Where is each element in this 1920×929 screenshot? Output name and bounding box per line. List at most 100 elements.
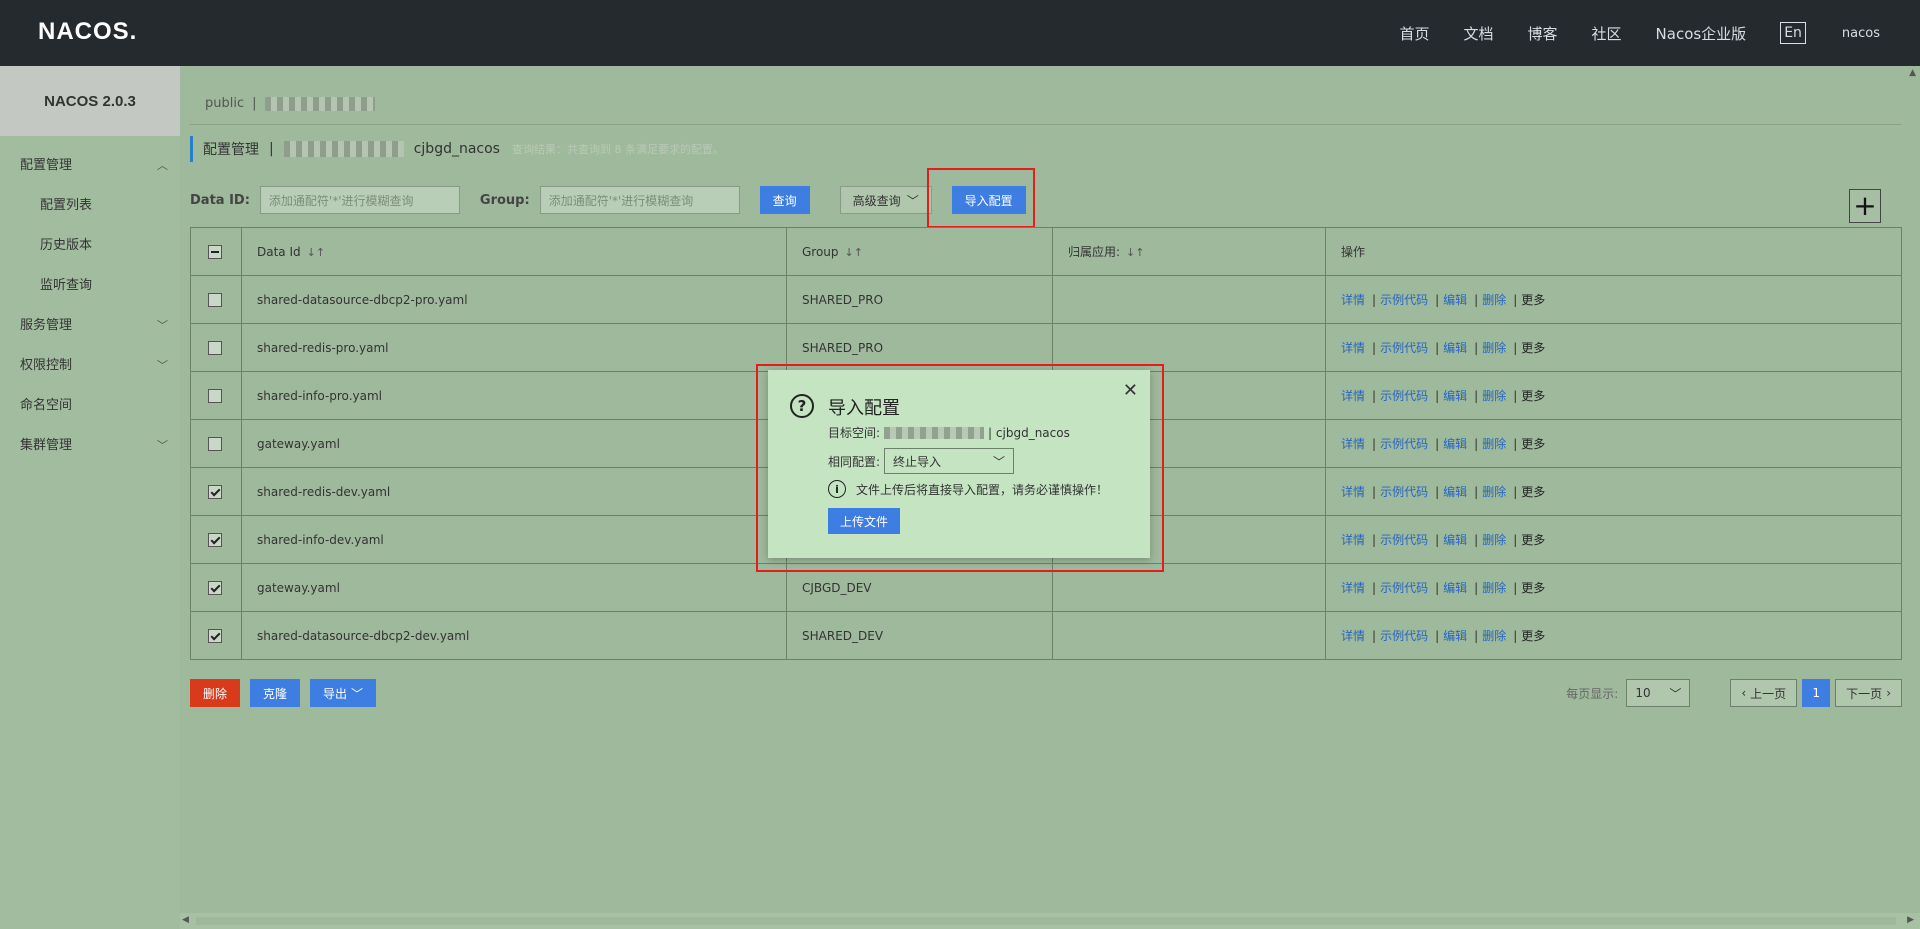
op-4[interactable]: 更多 xyxy=(1521,341,1545,355)
op-1[interactable]: 示例代码 xyxy=(1380,533,1428,547)
nav-community[interactable]: 社区 xyxy=(1592,23,1622,44)
export-button[interactable]: 导出 ﹀ xyxy=(310,679,376,707)
nav-blog[interactable]: 博客 xyxy=(1528,23,1558,44)
column-header-app[interactable]: 归属应用: ↓↑ xyxy=(1052,227,1326,276)
row-checkbox[interactable] xyxy=(208,628,222,643)
op-1[interactable]: 示例代码 xyxy=(1380,581,1428,595)
add-config-button[interactable]: + xyxy=(1849,189,1881,223)
op-2[interactable]: 编辑 xyxy=(1443,485,1467,499)
advanced-query-button[interactable]: 高级查询 ﹀ xyxy=(839,186,932,214)
sidebar-item-access-control[interactable]: 权限控制 ﹀ xyxy=(0,346,180,386)
op-2[interactable]: 编辑 xyxy=(1443,581,1467,595)
row-checkbox[interactable] xyxy=(208,580,222,595)
namespace-public[interactable]: public xyxy=(205,96,244,111)
op-4[interactable]: 更多 xyxy=(1521,533,1545,547)
nacos-logo[interactable]: NACOS. xyxy=(38,18,137,46)
op-0[interactable]: 详情 xyxy=(1341,437,1365,451)
op-1[interactable]: 示例代码 xyxy=(1380,629,1428,643)
namespace-redacted[interactable] xyxy=(264,96,375,111)
op-2[interactable]: 编辑 xyxy=(1443,533,1467,547)
namespace-name: cjbgd_nacos xyxy=(413,141,500,157)
sidebar-item-listener-query[interactable]: 监听查询 xyxy=(0,266,180,306)
op-1[interactable]: 示例代码 xyxy=(1380,293,1428,307)
namespace-bar: public | xyxy=(205,96,375,111)
nav-home[interactable]: 首页 xyxy=(1399,23,1429,44)
op-separator: | xyxy=(1513,389,1518,403)
op-0[interactable]: 详情 xyxy=(1341,341,1365,355)
op-3[interactable]: 删除 xyxy=(1482,581,1506,595)
plus-icon: + xyxy=(1853,189,1877,222)
row-checkbox[interactable] xyxy=(208,484,222,499)
op-4[interactable]: 更多 xyxy=(1521,389,1545,403)
op-2[interactable]: 编辑 xyxy=(1443,389,1467,403)
op-3[interactable]: 删除 xyxy=(1482,485,1506,499)
row-checkbox[interactable] xyxy=(208,388,222,403)
sidebar-item-namespace[interactable]: 命名空间 xyxy=(0,386,180,426)
column-header-dataid[interactable]: Data Id ↓↑ xyxy=(241,227,787,276)
batch-delete-button[interactable]: 删除 xyxy=(190,679,240,707)
scrollbar-thumb[interactable] xyxy=(196,917,1896,925)
op-separator: | xyxy=(1474,629,1479,643)
op-2[interactable]: 编辑 xyxy=(1443,293,1467,307)
sort-icon[interactable]: ↓↑ xyxy=(1126,246,1144,259)
op-4[interactable]: 更多 xyxy=(1521,485,1545,499)
query-button[interactable]: 查询 xyxy=(759,186,810,214)
user-menu[interactable]: nacos xyxy=(1842,26,1880,41)
op-separator: | xyxy=(1435,293,1440,307)
op-0[interactable]: 详情 xyxy=(1341,533,1365,547)
op-0[interactable]: 详情 xyxy=(1341,389,1365,403)
dataid-input[interactable]: 添加通配符'*'进行模糊查询 xyxy=(259,186,460,214)
horizontal-scrollbar[interactable]: ◀ ▶ xyxy=(180,913,1920,929)
op-4[interactable]: 更多 xyxy=(1521,437,1545,451)
op-4[interactable]: 更多 xyxy=(1521,293,1545,307)
scroll-up-icon[interactable]: ▲ xyxy=(1909,68,1916,78)
op-1[interactable]: 示例代码 xyxy=(1380,341,1428,355)
nav-docs[interactable]: 文档 xyxy=(1463,23,1493,44)
op-1[interactable]: 示例代码 xyxy=(1380,485,1428,499)
op-1[interactable]: 示例代码 xyxy=(1380,437,1428,451)
op-2[interactable]: 编辑 xyxy=(1443,341,1467,355)
sidebar-item-cluster-management[interactable]: 集群管理 ﹀ xyxy=(0,426,180,466)
chevron-down-icon: ﹀ xyxy=(157,319,168,332)
group-input[interactable]: 添加通配符'*'进行模糊查询 xyxy=(539,186,740,214)
op-separator: | xyxy=(1372,533,1377,547)
sort-icon[interactable]: ↓↑ xyxy=(307,246,325,259)
sort-icon[interactable]: ↓↑ xyxy=(845,246,863,259)
sidebar-item-service-management[interactable]: 服务管理 ﹀ xyxy=(0,306,180,346)
op-4[interactable]: 更多 xyxy=(1521,629,1545,643)
op-1[interactable]: 示例代码 xyxy=(1380,389,1428,403)
op-4[interactable]: 更多 xyxy=(1521,581,1545,595)
scroll-left-icon[interactable]: ◀ xyxy=(182,915,189,925)
op-2[interactable]: 编辑 xyxy=(1443,437,1467,451)
row-checkbox[interactable] xyxy=(208,436,222,451)
row-checkbox[interactable] xyxy=(208,532,222,547)
nav-enterprise[interactable]: Nacos企业版 xyxy=(1656,23,1747,44)
op-0[interactable]: 详情 xyxy=(1341,581,1365,595)
sidebar-item-config-management[interactable]: 配置管理 ︿ xyxy=(0,146,180,186)
op-3[interactable]: 删除 xyxy=(1482,389,1506,403)
op-0[interactable]: 详情 xyxy=(1341,485,1365,499)
op-3[interactable]: 删除 xyxy=(1482,437,1506,451)
prev-page-button[interactable]: ‹ 上一页 xyxy=(1730,679,1798,707)
row-checkbox[interactable] xyxy=(208,340,222,355)
op-separator: | xyxy=(1372,389,1377,403)
sidebar-item-history[interactable]: 历史版本 xyxy=(0,226,180,266)
clone-button[interactable]: 克隆 xyxy=(250,679,300,707)
op-2[interactable]: 编辑 xyxy=(1443,629,1467,643)
op-3[interactable]: 删除 xyxy=(1482,341,1506,355)
language-toggle[interactable]: En xyxy=(1780,22,1806,44)
page-number-current[interactable]: 1 xyxy=(1802,679,1831,707)
select-all-checkbox[interactable] xyxy=(208,244,222,259)
column-header-group[interactable]: Group ↓↑ xyxy=(786,227,1053,276)
op-3[interactable]: 删除 xyxy=(1482,629,1506,643)
sidebar-item-config-list[interactable]: 配置列表 xyxy=(0,186,180,226)
op-0[interactable]: 详情 xyxy=(1341,629,1365,643)
page-size-select[interactable]: 10 ﹀ xyxy=(1626,679,1691,707)
scroll-right-icon[interactable]: ▶ xyxy=(1907,915,1914,925)
op-3[interactable]: 删除 xyxy=(1482,293,1506,307)
row-checkbox[interactable] xyxy=(208,292,222,307)
vertical-scrollbar[interactable]: ▲ xyxy=(1904,66,1920,913)
op-3[interactable]: 删除 xyxy=(1482,533,1506,547)
op-0[interactable]: 详情 xyxy=(1341,293,1365,307)
next-page-button[interactable]: 下一页 › xyxy=(1835,679,1902,707)
